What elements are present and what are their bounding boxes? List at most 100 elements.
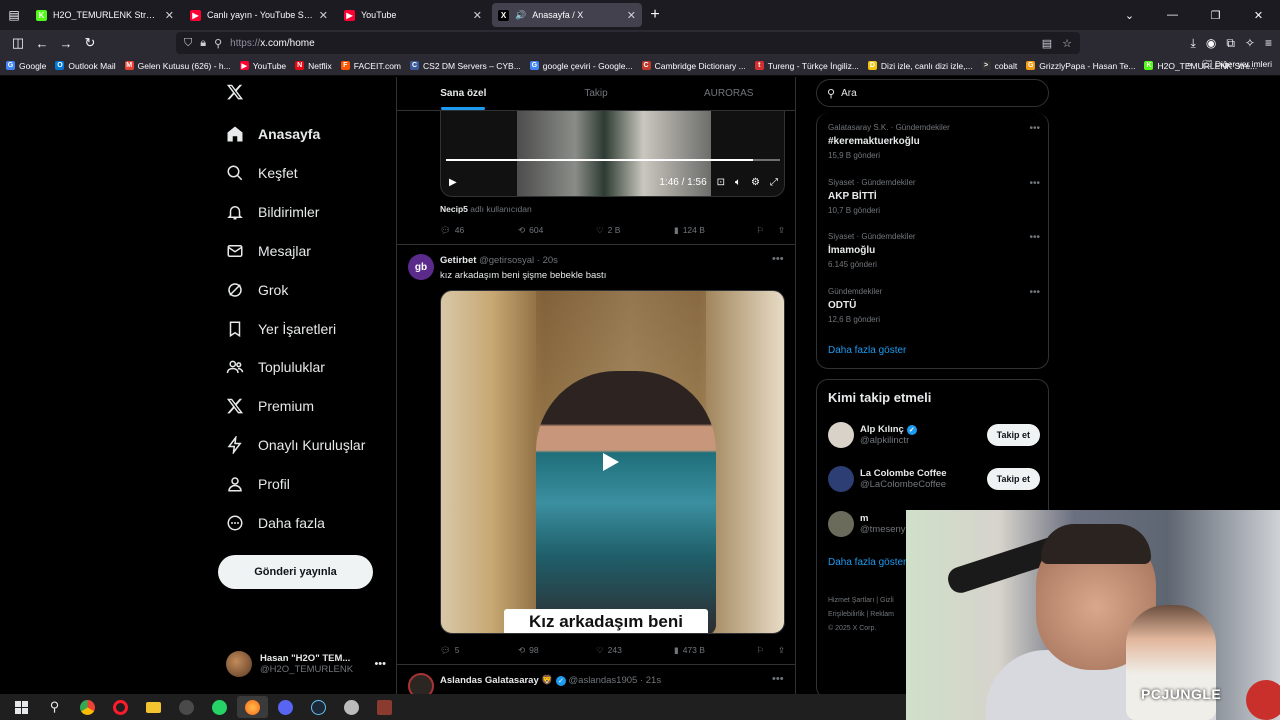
game-icon[interactable]	[369, 696, 400, 718]
app-icon[interactable]	[336, 696, 367, 718]
close-window-icon[interactable]: ✕	[1237, 9, 1280, 22]
more-icon[interactable]: •••	[1029, 178, 1040, 189]
bookmark-item[interactable]: M Gelen Kutusu (626) - h...	[124, 61, 231, 71]
firefox-icon[interactable]	[237, 696, 268, 718]
restore-icon[interactable]: ❐	[1194, 9, 1237, 22]
volume-icon[interactable]: 🔈︎	[735, 177, 741, 188]
post-author-name[interactable]: Getirbet	[440, 255, 476, 266]
sidebar-item-profil[interactable]: Profil	[226, 475, 290, 493]
more-icon[interactable]: •••	[772, 673, 784, 685]
play-icon[interactable]	[603, 453, 619, 471]
browser-tab-3[interactable]: X 🔊 Anasayfa / X ✕	[492, 3, 642, 27]
bookmark-item[interactable]: C CS2 DM Servers – CYB...	[410, 61, 521, 71]
avatar[interactable]	[828, 510, 854, 537]
browser-tab-0[interactable]: K H2O_TEMURLENK Stream - Wat ✕	[30, 3, 180, 27]
account-switcher[interactable]: Hasan "H2O" TEM... @H2O_TEMURLENK •••	[226, 647, 386, 681]
sparkle-icon[interactable]: ✧	[1245, 36, 1255, 50]
post-author-name[interactable]: Aslandas Galatasaray 🦁	[440, 675, 553, 686]
other-bookmarks[interactable]: 📁︎ Diğer yer imleri	[1202, 59, 1272, 70]
bookmark-item[interactable]: C Cambridge Dictionary ...	[641, 61, 746, 71]
star-icon[interactable]: ☆	[1062, 37, 1072, 50]
sidebar-item-grok[interactable]: Grok	[226, 281, 288, 299]
chrome-icon[interactable]	[72, 696, 103, 718]
trend-item[interactable]: Siyaset · Gündemdekiler İmamoğlu 6.145 gön…	[828, 232, 1040, 269]
sidebar-item-mesajlar[interactable]: Mesajlar	[226, 242, 311, 260]
new-tab-button[interactable]: +	[644, 6, 666, 24]
bookmark-icon[interactable]: ⚐	[756, 225, 764, 236]
footer-link[interactable]: Hizmet Şartları	[828, 597, 874, 604]
bookmark-item[interactable]: D Dizi izle, canlı dizi izle,...	[867, 61, 973, 71]
x-logo-icon[interactable]	[226, 83, 244, 101]
tab-following[interactable]: Takip	[530, 77, 663, 110]
play-icon[interactable]: ▶	[449, 177, 457, 188]
reposter-name[interactable]: Necip5	[440, 204, 468, 214]
bookmark-item[interactable]: > cobalt	[981, 61, 1017, 71]
tab-auroras[interactable]: AURORAS	[662, 77, 795, 110]
follow-suggestion[interactable]: La Colombe Coffee @LaColombeCoffee Takip e…	[828, 464, 1040, 494]
back-icon[interactable]: ←	[30, 31, 54, 55]
share-icon[interactable]: ⇪	[778, 645, 785, 656]
trend-item[interactable]: Gündemdekiler ODTÜ 12,6 B gönderi •••	[828, 287, 1040, 324]
footer-link[interactable]: Erişilebilirlik	[828, 611, 865, 618]
repost-button[interactable]: ⟲ 98	[518, 645, 596, 656]
bookmark-item[interactable]: F FACEIT.com	[340, 61, 401, 71]
follow-suggestion[interactable]: Alp Kılınç ✓ @alpkilinctr Takip et	[828, 420, 1040, 450]
browser-tab-1[interactable]: ▶ Canlı yayın - YouTube Studio ✕	[184, 3, 334, 27]
extensions-icon[interactable]: ⧉	[1226, 36, 1235, 51]
post-video-player[interactable]: ▶ 1:46 / 1:56 ⊡ 🔈︎ ⚙ ⤢	[440, 111, 785, 197]
url-text[interactable]: https://x.com/home	[230, 38, 314, 49]
close-icon[interactable]: ✕	[319, 9, 328, 22]
lock-icon[interactable]: 🔒︎	[200, 37, 206, 50]
bookmark-item[interactable]: t Tureng - Türkçe İngiliz...	[754, 61, 859, 71]
post-button[interactable]: Gönderi yayınla	[218, 555, 373, 589]
file-explorer-icon[interactable]	[138, 696, 169, 718]
chevron-down-icon[interactable]: ⌄	[1108, 9, 1151, 22]
avatar[interactable]	[828, 422, 854, 448]
reply-button[interactable]: 💬︎ 5	[440, 645, 518, 656]
trend-item[interactable]: Siyaset · Gündemdekiler AKP BİTTİ 10,7 B g…	[828, 178, 1040, 215]
sidebar-item-premium[interactable]: Premium	[226, 397, 314, 415]
close-icon[interactable]: ✕	[165, 9, 174, 22]
sidebar-item-anasayfa[interactable]: Anasayfa	[226, 125, 320, 143]
more-icon[interactable]: •••	[1029, 287, 1040, 298]
who-show-more-link[interactable]: Daha fazla göster	[828, 557, 906, 568]
video-progress-bar[interactable]	[446, 159, 780, 161]
bookmark-icon[interactable]: ⚐	[756, 645, 764, 656]
bookmark-item[interactable]: G GrizzlyPapa - Hasan Te...	[1026, 61, 1135, 71]
follow-button[interactable]: Takip et	[986, 424, 1040, 446]
reader-view-icon[interactable]: ▤	[1042, 37, 1052, 50]
discord-icon[interactable]	[270, 696, 301, 718]
opera-icon[interactable]	[105, 696, 136, 718]
minimize-icon[interactable]: —	[1151, 9, 1194, 21]
bookmark-item[interactable]: G Google	[6, 61, 46, 71]
sidebar-item-onaylı-kuruluşlar[interactable]: Onaylı Kuruluşlar	[226, 436, 365, 455]
post-video[interactable]: Kız arkadaşım beni	[440, 290, 785, 634]
close-icon[interactable]: ✕	[473, 9, 482, 22]
sidebar-item-bildirimler[interactable]: Bildirimler	[226, 203, 319, 221]
more-icon[interactable]: •••	[772, 253, 784, 265]
like-button[interactable]: ♡ 243	[596, 645, 674, 656]
download-icon[interactable]: ⤓	[1191, 36, 1196, 51]
repost-button[interactable]: ⟲ 604	[518, 225, 596, 236]
bookmark-item[interactable]: N Netflix	[295, 61, 332, 71]
url-bar[interactable]: ⛉ 🔒︎ ⚲ https://x.com/home ▤ ☆	[176, 32, 1080, 54]
sidebar-item-daha-fazla[interactable]: Daha fazla	[226, 514, 325, 532]
trends-show-more-link[interactable]: Daha fazla göster	[828, 345, 906, 356]
shield-icon[interactable]: ⛉	[184, 37, 192, 50]
search-icon[interactable]: ⚲	[39, 696, 70, 718]
captions-icon[interactable]: ⊡	[717, 177, 725, 188]
settings-icon[interactable]: ⚙	[751, 177, 760, 188]
like-button[interactable]: ♡ 2 B	[596, 225, 674, 236]
chevron-right-icon[interactable]: »	[1187, 59, 1192, 70]
more-icon[interactable]: •••	[1029, 232, 1040, 243]
account-icon[interactable]: ◉	[1206, 36, 1216, 50]
steam-icon[interactable]	[303, 696, 334, 718]
views-button[interactable]: ▮ 124 B	[674, 225, 752, 236]
reply-button[interactable]: 💬︎ 46	[440, 225, 518, 236]
sidebar-toggle-icon[interactable]: ◫	[6, 31, 30, 55]
footer-link[interactable]: Reklam	[870, 611, 894, 618]
more-icon[interactable]: •••	[374, 658, 386, 670]
trend-item[interactable]: Galatasaray S.K. · Gündemdekiler #keremak…	[828, 123, 1040, 160]
menu-icon[interactable]: ≡	[1265, 36, 1272, 50]
speaker-icon[interactable]: 🔊	[515, 10, 526, 21]
